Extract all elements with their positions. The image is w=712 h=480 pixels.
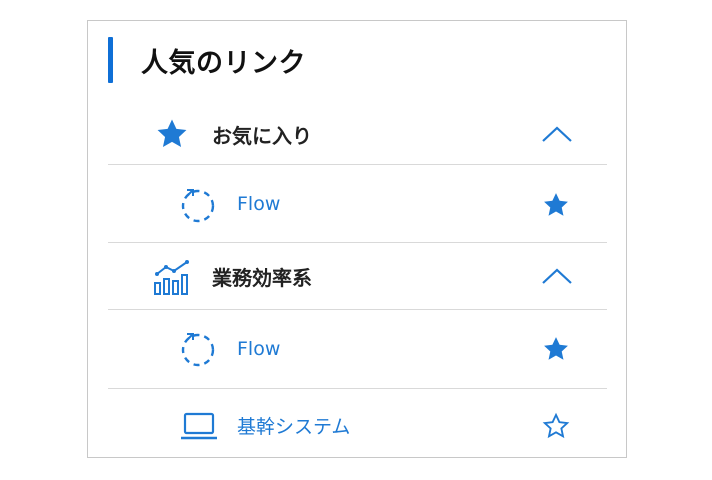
divider: [108, 309, 607, 310]
item-label[interactable]: Flow: [237, 193, 280, 215]
accent-bar: [108, 37, 113, 83]
favorite-toggle[interactable]: [542, 191, 570, 219]
list-item-flow-favorites[interactable]: Flow: [108, 167, 607, 241]
item-label[interactable]: 基幹システム: [237, 412, 350, 439]
flow-icon: [178, 185, 218, 225]
group-header-efficiency[interactable]: 業務効率系: [108, 246, 607, 306]
favorite-toggle[interactable]: [542, 335, 570, 363]
group-label: お気に入り: [212, 123, 312, 148]
divider: [108, 164, 607, 165]
favorite-toggle[interactable]: [542, 412, 570, 440]
laptop-icon: [180, 412, 218, 442]
collapse-toggle-efficiency[interactable]: [540, 263, 574, 289]
flow-icon: [178, 329, 218, 369]
collapse-toggle-favorites[interactable]: [540, 121, 574, 147]
star-outline-icon: [542, 412, 570, 439]
group-label: 業務効率系: [212, 265, 312, 290]
group-header-favorites[interactable]: お気に入り: [108, 107, 607, 161]
chevron-up-icon: [542, 126, 572, 142]
star-filled-icon: [544, 337, 568, 360]
divider: [108, 388, 607, 389]
popular-links-panel: 人気のリンク お気に入り Flow 業務効率系 Flow 基幹システム: [87, 20, 627, 458]
list-item-core-system[interactable]: 基幹システム: [108, 392, 607, 457]
analytics-chart-icon: [154, 258, 192, 296]
item-label[interactable]: Flow: [237, 338, 280, 360]
panel-title: 人気のリンク: [141, 47, 306, 79]
panel-header: 人気のリンク: [108, 37, 588, 83]
list-item-flow-efficiency[interactable]: Flow: [108, 313, 607, 385]
star-filled-icon: [544, 193, 568, 216]
divider: [108, 242, 607, 243]
chevron-up-icon: [542, 268, 572, 284]
star-icon: [154, 117, 190, 151]
